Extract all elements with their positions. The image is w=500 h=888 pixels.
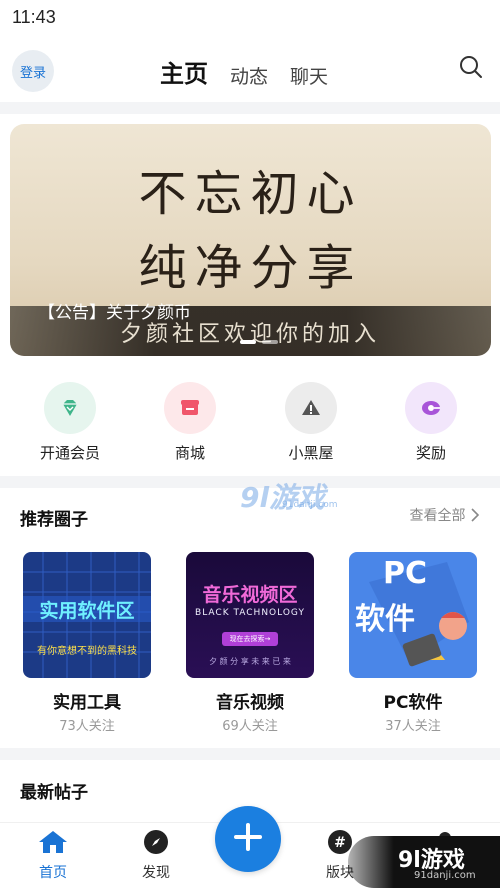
tab-chat[interactable]: 聊天	[290, 62, 328, 89]
tab-bar: 主页 动态 聊天	[160, 54, 328, 89]
circle-name: 音乐视频	[216, 693, 284, 713]
circle-art-subtitle: BLACK TACHNOLOGY	[195, 608, 305, 618]
circle-name: PC软件	[383, 693, 443, 713]
banner-carousel[interactable]: 不忘初心 纯净分享 夕颜社区欢迎你的加入 【公告】关于夕颜币	[10, 124, 491, 356]
quick-action-label: 商城	[174, 444, 205, 462]
quick-action-rewards[interactable]: 奖励	[381, 382, 481, 463]
circle-thumbnail: PC 软件	[349, 552, 477, 678]
diamond-icon	[44, 382, 96, 434]
warning-icon	[285, 382, 337, 434]
circle-art-button: 现在去探索→	[222, 632, 278, 646]
circle-followers: 73人关注	[59, 719, 115, 734]
quick-action-label: 奖励	[415, 444, 446, 462]
status-bar: 11:43	[0, 0, 500, 36]
circle-art-title: 音乐视频区	[202, 584, 298, 606]
header: 登录 主页 动态 聊天	[0, 36, 500, 102]
section-title-latest-posts: 最新帖子	[20, 783, 88, 803]
login-button[interactable]: 登录	[12, 50, 54, 92]
tab-activity[interactable]: 动态	[230, 62, 268, 89]
circle-art-subtitle: 有你意想不到的黑科技	[37, 646, 137, 657]
status-time: 11:43	[12, 7, 56, 27]
see-all-label: 查看全部	[409, 508, 466, 524]
nav-home[interactable]: 首页	[18, 829, 88, 882]
tab-home[interactable]: 主页	[160, 54, 208, 89]
carousel-dot	[262, 340, 278, 344]
circle-name: 实用工具	[53, 693, 121, 713]
reward-icon	[405, 382, 457, 434]
quick-action-shop[interactable]: 商城	[140, 382, 240, 463]
svg-text:#: #	[334, 835, 346, 851]
watermark-logo: 9l游戏	[240, 481, 326, 514]
quick-action-blacklist[interactable]: 小黑屋	[261, 382, 361, 463]
divider	[0, 102, 500, 114]
circle-card-pc[interactable]: PC 软件 PC软件 37人关注	[349, 552, 477, 734]
divider	[0, 748, 500, 760]
quick-action-label: 小黑屋	[288, 444, 334, 462]
circle-followers: 37人关注	[385, 719, 441, 734]
circle-thumbnail: 实用软件区 有你意想不到的黑科技	[23, 552, 151, 678]
carousel-dot	[240, 340, 256, 344]
circle-card-music[interactable]: 音乐视频区 BLACK TACHNOLOGY 现在去探索→ 夕 颜 分 享 未 …	[186, 552, 314, 734]
watermark-url: 91danji.com	[414, 870, 476, 881]
circle-art-subtitle: 软件	[355, 602, 415, 637]
create-post-button[interactable]	[215, 806, 281, 872]
compass-icon	[143, 830, 169, 859]
banner-caption[interactable]: 【公告】关于夕颜币	[38, 298, 191, 323]
chevron-right-icon	[470, 508, 480, 524]
circle-thumbnail: 音乐视频区 BLACK TACHNOLOGY 现在去探索→ 夕 颜 分 享 未 …	[186, 552, 314, 678]
shop-icon	[164, 382, 216, 434]
circle-card-tools[interactable]: 实用软件区 有你意想不到的黑科技 实用工具 73人关注	[23, 552, 151, 734]
banner-headline-2: 纯净分享	[138, 240, 363, 296]
circle-art-title: 实用软件区	[39, 600, 135, 622]
nav-label: 发现	[142, 865, 170, 881]
quick-action-label: 开通会员	[39, 444, 100, 462]
home-icon	[37, 831, 69, 859]
banner-headline-1: 不忘初心	[138, 166, 363, 222]
carousel-indicator	[240, 340, 278, 344]
circle-art-footer: 夕 颜 分 享 未 来 已 来	[209, 657, 291, 666]
plus-icon	[231, 820, 265, 858]
circle-art-title: PC	[383, 556, 428, 591]
watermark-url: 91danji.com	[282, 500, 338, 510]
see-all-link[interactable]: 查看全部	[410, 505, 480, 525]
circle-followers: 69人关注	[222, 719, 278, 734]
nav-label: 首页	[39, 865, 67, 881]
quick-action-membership[interactable]: 开通会员	[20, 382, 120, 463]
nav-discover[interactable]: 发现	[121, 829, 191, 882]
search-icon[interactable]	[458, 54, 484, 80]
section-title-recommended: 推荐圈子	[20, 510, 88, 530]
